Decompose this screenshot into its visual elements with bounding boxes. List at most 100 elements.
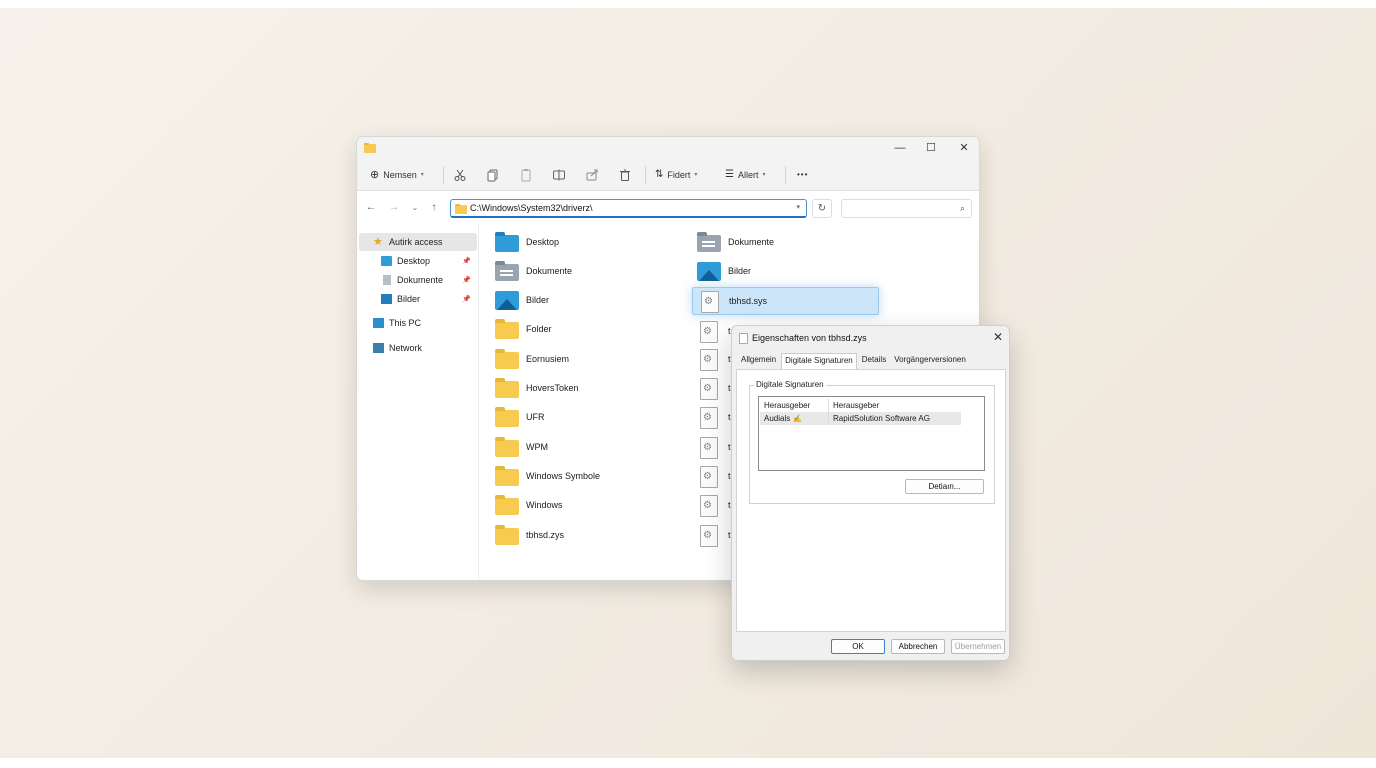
list-item[interactable]: Windows <box>494 491 563 519</box>
list-item[interactable]: t <box>696 403 731 431</box>
paste-button[interactable] <box>519 167 533 183</box>
minimize-button[interactable]: — <box>890 140 910 156</box>
system-file-icon <box>696 406 722 429</box>
view-button[interactable]: ☰ Allert ▾ <box>725 167 766 183</box>
folder-icon <box>494 318 520 340</box>
list-item[interactable]: t <box>696 462 731 490</box>
sidebar-item-quick-access[interactable]: ★ Autirk access <box>359 233 477 251</box>
address-input[interactable]: C:\Windows\System32\driverz\ ▾ <box>450 199 807 218</box>
table-row[interactable]: Audials ✍ RapidSolution Software AG <box>760 412 961 425</box>
list-item[interactable]: Dokumente <box>696 228 774 256</box>
up-button[interactable]: ↑ <box>427 201 441 215</box>
rename-icon <box>553 169 565 181</box>
chevron-down-icon[interactable]: ▾ <box>796 203 800 211</box>
list-item-selected[interactable]: tbhsd.sys <box>692 287 879 315</box>
system-file-icon <box>696 377 722 400</box>
list-item[interactable]: t <box>696 433 731 461</box>
sort-icon: ⇅ <box>655 169 664 180</box>
back-button[interactable]: ← <box>364 201 378 215</box>
divider <box>443 166 444 184</box>
folder-icon <box>494 377 520 399</box>
documents-folder-icon <box>494 260 520 282</box>
sidebar-item-this-pc[interactable]: This PC <box>359 314 477 332</box>
column-header: Herausgeber <box>833 401 880 410</box>
list-item[interactable]: HoversToken <box>494 374 579 402</box>
close-button[interactable]: ✕ <box>954 140 974 156</box>
search-input[interactable]: ⌕ <box>841 199 972 218</box>
list-item[interactable]: WPM <box>494 433 548 461</box>
folder-icon <box>494 348 520 370</box>
tab-details[interactable]: Details <box>859 353 889 369</box>
trash-icon <box>620 169 630 181</box>
close-icon[interactable]: ✕ <box>993 330 1003 344</box>
cut-button[interactable] <box>453 167 467 183</box>
list-item[interactable]: Windows Symbole <box>494 462 600 490</box>
list-item[interactable]: t <box>696 374 731 402</box>
list-item[interactable]: Bilder <box>696 257 751 285</box>
file-name: Bilder <box>728 266 752 276</box>
file-name: Eornusiem <box>526 354 570 364</box>
pin-icon[interactable]: 📌 <box>462 295 471 303</box>
more-icon: ••• <box>797 170 809 179</box>
copy-icon <box>487 169 498 182</box>
divider <box>785 166 786 184</box>
more-options-button[interactable]: ••• <box>797 167 808 183</box>
list-item[interactable]: t <box>696 491 731 519</box>
forward-button[interactable]: → <box>387 201 401 215</box>
title-bar[interactable]: — ☐ ✕ <box>357 137 979 159</box>
ok-button[interactable]: OK <box>831 639 885 654</box>
view-label: Allert <box>737 170 759 180</box>
list-item[interactable]: Folder <box>494 315 552 343</box>
new-button[interactable]: ⊕ Nemsen ▾ <box>370 167 424 183</box>
sidebar-item-pictures[interactable]: Bilder 📌 <box>359 290 477 308</box>
pin-icon[interactable]: 📌 <box>462 276 471 284</box>
copy-button[interactable] <box>486 167 500 183</box>
signature-icon: ✍ <box>793 415 802 423</box>
system-file-icon <box>696 494 722 517</box>
share-button[interactable] <box>585 167 599 183</box>
file-name: HoversToken <box>526 383 579 393</box>
sidebar-item-label: Dokumente <box>397 275 444 285</box>
folder-icon <box>494 494 520 516</box>
file-name: Bilder <box>526 295 550 305</box>
refresh-button[interactable]: ↻ <box>812 199 832 218</box>
cancel-button[interactable]: Abbrechen <box>891 639 945 654</box>
signature-group: Digitale Signaturen Herausgeber Herausge… <box>749 380 995 504</box>
group-label: Digitale Signaturen <box>754 380 826 389</box>
sort-button[interactable]: ⇅ Fidert ▾ <box>655 167 697 183</box>
sidebar-item-desktop[interactable]: Desktop 📌 <box>359 252 477 270</box>
list-item[interactable]: Dokumente <box>494 257 572 285</box>
network-icon <box>373 343 384 353</box>
folder-icon <box>494 465 520 487</box>
list-item[interactable]: Eornusiem <box>494 345 569 373</box>
apply-button[interactable]: Übernehmen <box>951 639 1005 654</box>
list-item[interactable]: Desktop <box>494 228 559 256</box>
tab-digital-signatures[interactable]: Digitale Signaturen <box>781 353 857 369</box>
recent-locations-button[interactable]: ⌄ <box>408 201 422 215</box>
chevron-down-icon: ▾ <box>694 172 698 178</box>
details-button[interactable]: Detiaın... <box>905 479 984 494</box>
sidebar-item-network[interactable]: Network <box>359 339 477 357</box>
tab-previous-versions[interactable]: Vorgängerversionen <box>891 353 969 369</box>
system-file-icon <box>696 465 722 488</box>
sidebar-item-label: Autirk access <box>389 237 443 247</box>
signature-list[interactable]: Herausgeber Herausgeber Audials ✍ RapidSo… <box>758 396 985 471</box>
list-item[interactable]: tbhsd.zys <box>494 521 564 549</box>
pin-icon[interactable]: 📌 <box>462 257 471 265</box>
sidebar-item-documents[interactable]: Dokumente 📌 <box>359 271 477 289</box>
list-item[interactable]: UFR <box>494 403 545 431</box>
signer-name: Audials ✍ <box>760 412 829 425</box>
list-item[interactable]: Bilder <box>494 286 549 314</box>
list-item[interactable]: t <box>696 345 731 373</box>
clipboard-icon <box>521 169 531 182</box>
properties-dialog: Eigenschaften von tbhsd.zys ✕ Allgemein … <box>731 325 1010 661</box>
maximize-button[interactable]: ☐ <box>921 140 941 156</box>
pictures-folder-icon <box>696 260 722 282</box>
dialog-title: Eigenschaften von tbhsd.zys <box>752 333 867 343</box>
file-name: WPM <box>526 442 548 452</box>
rename-button[interactable] <box>552 167 566 183</box>
list-item[interactable]: t <box>696 521 731 549</box>
delete-button[interactable] <box>618 167 632 183</box>
list-item[interactable]: t <box>696 317 731 345</box>
tab-general[interactable]: Allgemein <box>738 353 779 369</box>
